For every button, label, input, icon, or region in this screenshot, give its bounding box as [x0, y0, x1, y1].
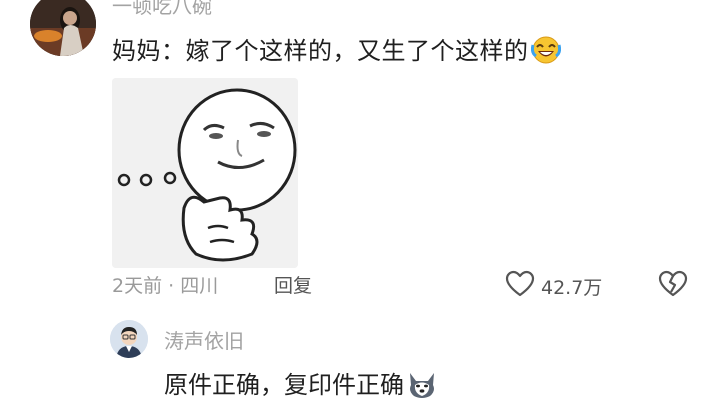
husky-emoji-icon [406, 369, 438, 405]
reply-author[interactable]: 涛声依旧 [164, 325, 244, 354]
comment-item: 一顿吃八碗 妈妈：嫁了个这样的，又生了个这样的 2天前 · 四川 回复 42.7… [0, 0, 720, 405]
like-button[interactable]: 42.7万 [505, 270, 602, 302]
reply-text-body: 原件正确，复印件正确 [164, 371, 404, 399]
reply-avatar[interactable] [110, 320, 148, 358]
reply-text: 原件正确，复印件正确 [164, 365, 438, 405]
comment-image[interactable] [112, 78, 298, 268]
dislike-button[interactable] [658, 270, 688, 302]
reply-button[interactable]: 回复 [274, 271, 312, 298]
avatar[interactable] [30, 0, 96, 56]
laughing-emoji-icon [530, 35, 561, 71]
comment-time-location: 2天前 · 四川 [112, 275, 219, 297]
comment-text: 妈妈：嫁了个这样的，又生了个这样的 [112, 31, 561, 71]
comment-text-body: 妈妈：嫁了个这样的，又生了个这样的 [112, 37, 529, 65]
heart-outline-icon [505, 270, 535, 302]
like-count: 42.7万 [541, 276, 603, 299]
broken-heart-icon [658, 270, 688, 302]
comment-author[interactable]: 一顿吃八碗 [112, 0, 212, 19]
